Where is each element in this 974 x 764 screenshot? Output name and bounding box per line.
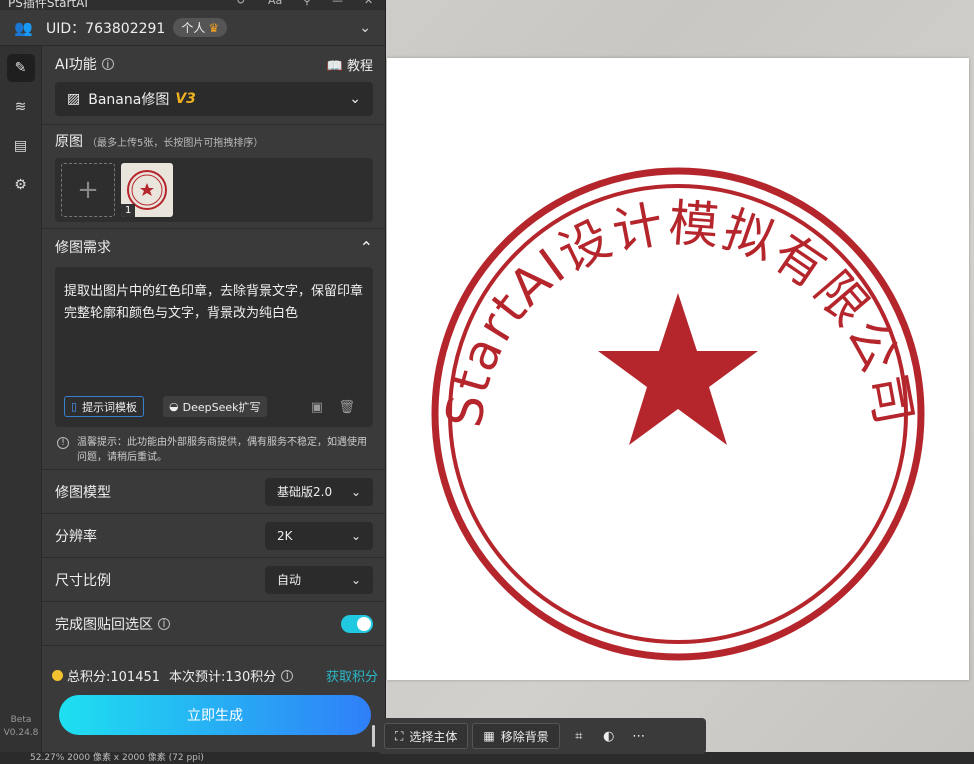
sidebar-rail: ✎ ≋ ▤ ⚙ Beta V0.24.8 bbox=[0, 46, 42, 752]
chevron-down-icon: ⌄ bbox=[349, 91, 361, 107]
refresh-icon[interactable]: ↻ bbox=[236, 0, 245, 7]
info-icon[interactable]: i bbox=[101, 58, 114, 70]
document-image[interactable]: StartAI设计模拟有限公司 bbox=[387, 58, 969, 680]
ratio-label: 尺寸比例 bbox=[55, 572, 111, 589]
estimate-points: 本次预计:130积分 bbox=[169, 670, 277, 685]
tutorial-button[interactable]: 📖 教程 bbox=[327, 55, 373, 74]
function-name: Banana修图 bbox=[88, 92, 170, 108]
source-label: 原图 bbox=[55, 134, 83, 150]
notice: ! 温馨提示：此功能由外部服务商提供，偶有服务不稳定，如遇使用问题，请稍后重试。 bbox=[55, 435, 373, 465]
minimize-icon[interactable]: — bbox=[332, 0, 343, 7]
startai-plugin-panel: PS插件StartAI ↻ Aa ⚲ — ✕ 👥 UID：763802291 个… bbox=[0, 0, 386, 752]
info-icon: ! bbox=[57, 437, 69, 449]
ratio-value: 自动 bbox=[277, 573, 302, 587]
chevron-down-icon: ⌄ bbox=[350, 528, 361, 543]
chevron-down-icon: ⌄ bbox=[350, 484, 361, 499]
chevron-down-icon[interactable]: ⌄ bbox=[359, 20, 371, 36]
notice-text: 温馨提示：此功能由外部服务商提供，偶有服务不稳定，如遇使用问题，请稍后重试。 bbox=[77, 437, 367, 463]
font-size-icon[interactable]: Aa bbox=[268, 0, 282, 7]
prompt-template-label: 提示词模板 bbox=[82, 400, 138, 414]
add-image-button[interactable]: + bbox=[61, 163, 115, 217]
panel-title: PS插件StartAI bbox=[8, 0, 88, 10]
image-icon: ▨ bbox=[67, 91, 81, 107]
account-bar[interactable]: 👥 UID：763802291 个人 ♛ ⌄ bbox=[0, 10, 385, 46]
chevron-down-icon: ⌄ bbox=[350, 572, 361, 587]
model-label: 修图模型 bbox=[55, 484, 111, 501]
trash-icon[interactable]: 🗑 bbox=[338, 400, 355, 415]
source-image-section: 原图 （最多上传5张，长按图片可拖拽排序） + 1 bbox=[42, 125, 386, 229]
ratio-option: 尺寸比例 自动 ⌄ bbox=[42, 558, 386, 602]
paste-back-label: 完成图贴回选区 bbox=[55, 616, 153, 633]
toolbar-handle[interactable] bbox=[372, 725, 375, 747]
clipboard-icon[interactable]: ▤ bbox=[7, 132, 35, 160]
stamp-inner-ring bbox=[448, 184, 908, 644]
ai-function-section: AI功能 i 📖 教程 ▨ Banana修图 V3 ⌄ bbox=[42, 46, 386, 125]
stamp-star bbox=[598, 293, 758, 445]
canvas-toolbar: ⛶ 选择主体 ▦ 移除背景 ⌗ ◐ ⋯ bbox=[372, 718, 706, 754]
panel-titlebar: PS插件StartAI ↻ Aa ⚲ — ✕ bbox=[0, 0, 385, 10]
ai-function-label: AI功能 bbox=[55, 57, 97, 73]
person-icon: ⛶ bbox=[395, 728, 404, 743]
function-select[interactable]: ▨ Banana修图 V3 ⌄ bbox=[55, 82, 373, 116]
get-points-link[interactable]: 获取积分 bbox=[326, 666, 378, 685]
pin-icon[interactable]: ⚲ bbox=[303, 0, 311, 7]
tier-label: 个人 bbox=[181, 21, 206, 35]
prompt-template-button[interactable]: ▯ 提示词模板 bbox=[64, 396, 145, 417]
edit-icon[interactable]: ✎ bbox=[6, 54, 35, 82]
ratio-select[interactable]: 自动 ⌄ bbox=[265, 565, 373, 594]
select-subject-button[interactable]: ⛶ 选择主体 bbox=[384, 723, 469, 749]
panel-content: AI功能 i 📖 教程 ▨ Banana修图 V3 ⌄ 原图 （最多上传5张，长… bbox=[42, 46, 386, 752]
uid-text: UID：763802291 bbox=[46, 20, 166, 37]
chevron-up-icon[interactable]: ⌃ bbox=[360, 238, 373, 257]
requirement-text[interactable]: 提取出图片中的红色印章，去除背景文字，保留印章完整轮廓和颜色与文字，背景改为纯白… bbox=[64, 281, 364, 325]
requirement-section: 修图需求 ⌃ 提取出图片中的红色印章，去除背景文字，保留印章完整轮廓和颜色与文字… bbox=[42, 229, 386, 470]
generate-button[interactable]: 立即生成 bbox=[59, 695, 371, 735]
model-value: 基础版2.0 bbox=[277, 485, 333, 499]
remove-background-button[interactable]: ▦ 移除背景 bbox=[472, 723, 560, 749]
version-beta: Beta bbox=[10, 715, 32, 725]
requirement-textarea[interactable]: 提取出图片中的红色印章，去除背景文字，保留印章完整轮廓和颜色与文字，背景改为纯白… bbox=[55, 267, 373, 427]
thumbnail-strip: + 1 bbox=[55, 158, 373, 222]
paste-back-toggle[interactable] bbox=[341, 614, 373, 633]
thumbnail-index: 1 bbox=[121, 204, 136, 217]
landscape-icon: ▦ bbox=[483, 729, 495, 743]
total-points: 总积分:101451 bbox=[67, 670, 161, 685]
resolution-value: 2K bbox=[277, 528, 293, 543]
seal-stamp: StartAI设计模拟有限公司 bbox=[431, 167, 925, 661]
resolution-select[interactable]: 2K ⌄ bbox=[265, 521, 373, 550]
contrast-icon[interactable]: ◐ bbox=[594, 723, 624, 749]
tutorial-label: 教程 bbox=[346, 58, 373, 74]
model-select[interactable]: 基础版2.0 ⌄ bbox=[265, 477, 373, 506]
deepseek-label: DeepSeek扩写 bbox=[182, 400, 261, 414]
requirement-label: 修图需求 bbox=[55, 240, 111, 256]
crown-icon: ♛ bbox=[208, 21, 220, 35]
transform-icon[interactable]: ⌗ bbox=[564, 723, 594, 749]
tier-badge[interactable]: 个人 ♛ bbox=[173, 18, 228, 37]
history-icon[interactable]: ▣ bbox=[311, 400, 323, 415]
whale-icon: ◒ bbox=[169, 400, 179, 413]
source-hint: （最多上传5张，长按图片可拖拽排序） bbox=[87, 137, 264, 149]
users-icon: 👥 bbox=[14, 18, 33, 37]
paste-back-option: 完成图贴回选区 i bbox=[42, 602, 386, 646]
close-icon[interactable]: ✕ bbox=[364, 0, 373, 7]
function-version: V3 bbox=[175, 91, 196, 107]
resolution-label: 分辨率 bbox=[55, 528, 97, 545]
version-label: Beta V0.24.8 bbox=[0, 714, 42, 740]
layers-icon[interactable]: ≋ bbox=[7, 93, 35, 121]
remove-background-label: 移除背景 bbox=[500, 729, 549, 744]
book-icon: 📖 bbox=[326, 58, 343, 74]
select-subject-label: 选择主体 bbox=[409, 729, 458, 744]
book-icon: ▯ bbox=[71, 400, 78, 413]
model-option: 修图模型 基础版2.0 ⌄ bbox=[42, 470, 386, 514]
more-icon[interactable]: ⋯ bbox=[624, 723, 654, 749]
deepseek-expand-button[interactable]: ◒ DeepSeek扩写 bbox=[163, 396, 267, 417]
info-icon[interactable]: i bbox=[158, 617, 170, 630]
points-bar: 总积分:101451 本次预计:130积分 i 获取积分 bbox=[52, 666, 378, 685]
gear-icon[interactable]: ⚙ bbox=[7, 171, 35, 199]
source-thumbnail[interactable]: 1 bbox=[121, 163, 173, 217]
info-icon[interactable]: i bbox=[281, 669, 294, 682]
version-number: V0.24.8 bbox=[3, 728, 39, 738]
resolution-option: 分辨率 2K ⌄ bbox=[42, 514, 386, 558]
coin-icon bbox=[52, 670, 63, 681]
